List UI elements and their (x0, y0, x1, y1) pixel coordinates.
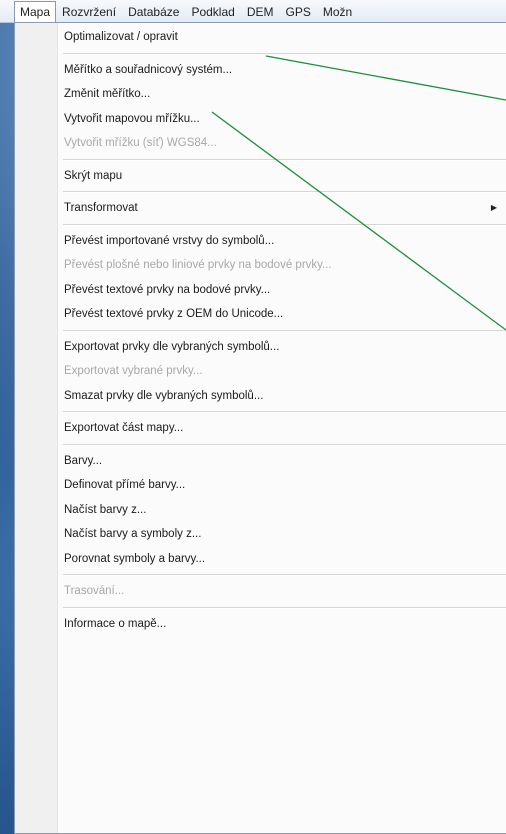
menu-item: Převést plošné nebo liniové prvky na bod… (15, 253, 506, 278)
menu-mapa[interactable]: Mapa (14, 1, 57, 22)
menu-bar: Mapa Rozvržení Databáze Podklad DEM GPS … (0, 0, 506, 23)
menu-separator (63, 329, 506, 332)
menu-item[interactable]: Skrýt mapu (15, 164, 506, 189)
mapa-dropdown-menu: Optimalizovat / opravit Měřítko a souřadn… (14, 22, 506, 834)
menu-item-list: Optimalizovat / opravit Měřítko a souřadn… (15, 25, 506, 636)
menu-item-label: Informace o mapě... (64, 617, 167, 630)
menu-item[interactable]: Vytvořit mapovou mřížku... (15, 107, 506, 132)
menu-dem[interactable]: DEM (241, 2, 280, 22)
menu-item-label: Smazat prvky dle vybraných symbolů... (64, 389, 264, 402)
menu-databaze[interactable]: Databáze (122, 2, 185, 22)
menu-item-label: Transformovat (64, 202, 138, 214)
menu-separator (63, 411, 506, 413)
menu-separator (63, 574, 506, 576)
menu-item-label: Vytvořit mapovou mřížku... (64, 112, 200, 125)
menu-item-label: Barvy... (64, 454, 103, 467)
menu-item-label: Převést importované vrstvy do symbolů... (64, 234, 275, 247)
menu-separator (63, 606, 506, 609)
menu-item[interactable]: Informace o mapě... (15, 612, 506, 637)
menu-item-label: Trasování... (64, 585, 125, 597)
menu-item-label: Exportovat část mapy... (64, 422, 184, 434)
menu-item-label: Skrýt mapu (64, 169, 123, 182)
menu-item[interactable]: Porovnat symboly a barvy... (15, 547, 506, 572)
menu-item: Vytvořit mřížku (síť) WGS84... (15, 131, 506, 156)
menu-item[interactable]: Smazat prvky dle vybraných symbolů... (15, 384, 506, 409)
menu-item[interactable]: Načíst barvy z... (15, 498, 506, 523)
submenu-arrow-icon: ▶ (490, 203, 497, 212)
menu-item-label: Načíst barvy a symboly z... (64, 528, 202, 540)
menu-item[interactable]: Definovat přímé barvy... (15, 473, 506, 498)
menu-item[interactable]: Změnit měřítko... (15, 82, 506, 107)
menu-item[interactable]: Převést textové prvky z OEM do Unicode..… (15, 302, 506, 327)
menu-item[interactable]: Optimalizovat / opravit (15, 25, 506, 50)
menu-item-label: Exportovat prvky dle vybraných symbolů..… (64, 340, 280, 353)
menu-item[interactable]: Exportovat část mapy... (15, 416, 506, 441)
menu-item-label: Porovnat symboly a barvy... (64, 552, 206, 565)
menu-separator (63, 52, 506, 55)
menu-item-label: Změnit měřítko... (64, 88, 151, 100)
menu-moznosti[interactable]: Možn (317, 2, 358, 22)
menu-gps[interactable]: GPS (279, 2, 316, 22)
menu-item[interactable]: Exportovat prvky dle vybraných symbolů..… (15, 335, 506, 360)
menu-item[interactable]: Barvy... (15, 449, 506, 474)
menu-item-label: Exportovat vybrané prvky... (64, 365, 203, 377)
menu-item[interactable]: Transformovat ▶ (15, 196, 506, 221)
menu-item-label: Převést textové prvky z OEM do Unicode..… (64, 308, 284, 320)
menu-item-label: Převést plošné nebo liniové prvky na bod… (64, 259, 332, 271)
menu-item-label: Vytvořit mřížku (síť) WGS84... (64, 137, 217, 149)
menu-rozvrzeni[interactable]: Rozvržení (56, 2, 122, 22)
menu-item-label: Převést textové prvky na bodové prvky... (64, 283, 271, 296)
menu-podklad[interactable]: Podklad (185, 2, 240, 22)
menu-item-label: Měřítko a souřadnicový systém... (64, 63, 233, 76)
menu-item: Exportovat vybrané prvky... (15, 359, 506, 384)
menu-separator (63, 191, 506, 193)
menu-item-label: Definovat přímé barvy... (64, 479, 186, 491)
menu-item[interactable]: Měřítko a souřadnicový systém... (15, 58, 506, 83)
menu-item[interactable]: Převést textové prvky na bodové prvky... (15, 278, 506, 303)
menu-item[interactable]: Načíst barvy a symboly z... (15, 522, 506, 547)
menu-item-label: Načíst barvy z... (64, 503, 147, 516)
menu-item-label: Optimalizovat / opravit (64, 31, 178, 43)
menu-item[interactable]: Převést importované vrstvy do symbolů... (15, 229, 506, 254)
menu-item: Trasování... (15, 579, 506, 604)
menu-separator (63, 443, 506, 446)
menu-separator (63, 158, 506, 161)
menu-separator (63, 223, 506, 226)
